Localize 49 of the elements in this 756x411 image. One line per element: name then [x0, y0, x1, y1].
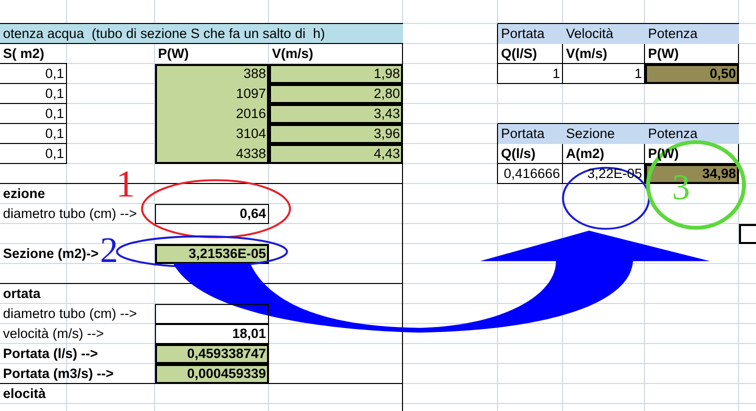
- table-cell: 3,96: [269, 124, 403, 144]
- input-cell: 18,01: [155, 324, 269, 344]
- field-label: diametro tubo (cm) -->: [3, 305, 137, 323]
- table-cell-text: 0,1: [45, 145, 64, 163]
- table-cell: 4,43: [269, 144, 403, 164]
- column-header: Potenza: [645, 24, 739, 44]
- annotation-number: 2: [100, 230, 118, 270]
- unit-header: Q(l/s): [501, 145, 536, 163]
- column-header: V(m/s): [272, 45, 314, 63]
- section-heading: ezione: [3, 185, 46, 203]
- table-cell-text: 0,1: [45, 125, 64, 143]
- column-header: Portata: [498, 24, 563, 44]
- column-header: Sezione: [563, 124, 645, 144]
- table-cell-text: 1: [552, 65, 560, 83]
- table-cell: 1,98: [269, 64, 403, 84]
- table-cell: 2016: [155, 104, 269, 124]
- table-cell: 3,43: [269, 104, 403, 124]
- column-header: Potenza: [645, 124, 739, 144]
- result-cell: 0,459338747: [155, 344, 269, 364]
- table-cell-text: 0,1: [45, 65, 64, 83]
- table-cell-text: 0,416666: [504, 165, 560, 183]
- table-cell: 4338: [155, 144, 269, 164]
- table-cell: 388: [155, 64, 269, 84]
- field-label: Portata (m3/s) -->: [3, 365, 114, 383]
- table-cell-text: 0,1: [45, 105, 64, 123]
- unit-header: V(m/s): [566, 45, 608, 63]
- column-header: P(W): [158, 45, 189, 63]
- field-label: Sezione (m2)->: [3, 245, 99, 263]
- result-cell: 3,21536E-05: [155, 244, 269, 264]
- sheet-title: otenza acqua (tubo di sezione S che fa un salto di h): [0, 24, 403, 44]
- unit-header: Q(l/S): [501, 45, 537, 63]
- table-cell: 1097: [155, 84, 269, 104]
- input-cell: 0,64: [155, 204, 269, 224]
- field-label: Portata (l/s) -->: [3, 345, 98, 363]
- column-header: S( m2): [3, 45, 44, 63]
- table-cell-text: 1: [634, 65, 642, 83]
- table-cell: 0,50: [645, 64, 739, 84]
- column-header: Velocità: [563, 24, 645, 44]
- section-heading: elocità: [3, 385, 46, 403]
- field-label: diametro tubo (cm) -->: [3, 205, 137, 223]
- unit-header: P(W): [648, 45, 679, 63]
- table-cell: 2,80: [269, 84, 403, 104]
- table-cell: 3104: [155, 124, 269, 144]
- field-label: velocità (m/s) -->: [3, 325, 104, 343]
- table-cell-text: 0,1: [45, 85, 64, 103]
- unit-header: A(m2): [566, 145, 604, 163]
- column-header: Portata: [498, 124, 563, 144]
- result-cell: 0,000459339: [155, 364, 269, 384]
- section-heading: ortata: [3, 285, 41, 303]
